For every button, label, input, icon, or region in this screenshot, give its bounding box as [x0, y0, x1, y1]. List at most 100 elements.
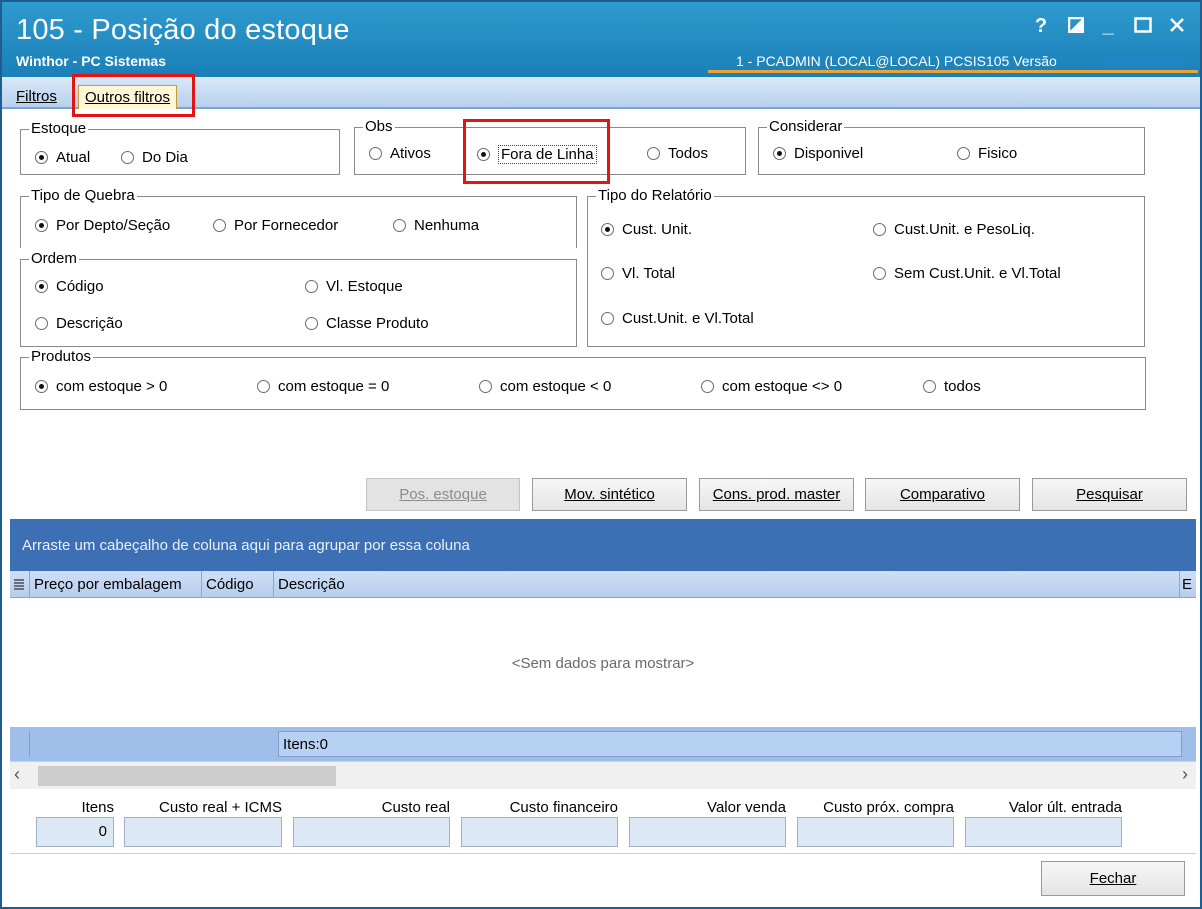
minimize-button[interactable]: _ — [1096, 14, 1120, 38]
radio-empty-icon — [305, 280, 318, 293]
produtos-legend: Produtos — [29, 348, 94, 366]
restore-layout-button[interactable] — [1064, 14, 1088, 38]
group-by-panel[interactable]: Arraste um cabeçalho de coluna aqui para… — [10, 519, 1196, 571]
grid-body[interactable]: <Sem dados para mostrar> — [10, 599, 1196, 727]
radio-empty-icon — [601, 312, 614, 325]
pesquisar-button[interactable]: Pesquisar — [1032, 478, 1187, 511]
total-itens-label: Itens — [81, 799, 114, 816]
considerar-legend: Considerar — [767, 118, 845, 136]
ordem-legend: Ordem — [29, 250, 79, 268]
radio-checked-icon — [35, 219, 48, 232]
column-chooser-button[interactable] — [10, 571, 30, 598]
cons-prod-master-button[interactable]: Cons. prod. master — [699, 478, 854, 511]
empty-grid-message: <Sem dados para mostrar> — [511, 655, 695, 672]
radio-ordem-classe-produto[interactable]: Classe Produto — [305, 315, 429, 332]
close-icon — [1170, 18, 1184, 32]
total-valor-ult-entrada-field — [965, 817, 1122, 847]
total-itens-field: 0 — [36, 817, 114, 847]
radio-empty-icon — [213, 219, 226, 232]
radio-produtos-menor-zero[interactable]: com estoque < 0 — [479, 378, 611, 395]
radio-ordem-vl-estoque[interactable]: Vl. Estoque — [305, 278, 403, 295]
totals-panel: Itens 0 Custo real + ICMS Custo real Cus… — [2, 789, 1200, 853]
estoque-legend: Estoque — [29, 120, 89, 138]
title-bar: 105 - Posição do estoque Winthor - PC Si… — [2, 2, 1200, 77]
radio-produtos-diferente-zero[interactable]: com estoque <> 0 — [701, 378, 842, 395]
radio-ordem-descricao[interactable]: Descrição — [35, 315, 123, 332]
layout-icon — [1068, 17, 1084, 33]
radio-quebra-nenhuma[interactable]: Nenhuma — [393, 217, 479, 234]
radio-empty-icon — [647, 147, 660, 160]
footer-divider — [10, 853, 1196, 854]
radio-empty-icon — [873, 223, 886, 236]
comparativo-button[interactable]: Comparativo — [865, 478, 1020, 511]
radio-considerar-fisico[interactable]: Fisico — [957, 145, 1017, 162]
estoque-group: Estoque Atual Do Dia — [20, 120, 340, 175]
obs-legend: Obs — [363, 118, 395, 136]
radio-empty-icon — [923, 380, 936, 393]
scroll-left-icon[interactable]: ‹ — [14, 764, 20, 785]
radio-empty-icon — [479, 380, 492, 393]
radio-empty-icon — [35, 317, 48, 330]
column-e[interactable]: E — [1180, 571, 1196, 598]
grid-footer: Itens:0 — [10, 727, 1196, 761]
total-custo-prox-compra-field — [797, 817, 954, 847]
version-redaction — [1102, 54, 1184, 68]
radio-checked-icon — [35, 151, 48, 164]
radio-produtos-maior-zero[interactable]: com estoque > 0 — [35, 378, 167, 395]
minimize-icon: _ — [1102, 15, 1114, 37]
radio-considerar-disponivel[interactable]: Disponivel — [773, 145, 863, 162]
help-button[interactable]: ? — [1029, 14, 1053, 38]
grid-item-count: Itens:0 — [278, 731, 1182, 757]
total-valor-venda-label: Valor venda — [707, 799, 786, 816]
considerar-group: Considerar Disponivel Fisico — [758, 118, 1145, 175]
radio-checked-icon — [773, 147, 786, 160]
radio-relatorio-cust-unit-pesoliq[interactable]: Cust.Unit. e PesoLiq. — [873, 221, 1035, 238]
tab-filtros[interactable]: Filtros — [10, 85, 63, 109]
fechar-button[interactable]: Fechar — [1041, 861, 1185, 896]
mov-sintetico-button[interactable]: Mov. sintético — [532, 478, 687, 511]
column-codigo[interactable]: Código — [202, 571, 274, 598]
horizontal-scrollbar[interactable]: ‹ › — [10, 761, 1196, 789]
close-window-button[interactable] — [1165, 14, 1189, 38]
radio-produtos-todos[interactable]: todos — [923, 378, 981, 395]
column-preco-embalagem[interactable]: Preço por embalagem — [30, 571, 202, 598]
radio-quebra-fornecedor[interactable]: Por Fornecedor — [213, 217, 338, 234]
total-custo-financeiro-field — [461, 817, 618, 847]
radio-obs-ativos[interactable]: Ativos — [369, 145, 431, 162]
scrollbar-thumb[interactable] — [38, 766, 336, 786]
radio-empty-icon — [873, 267, 886, 280]
highlight-fora-de-linha — [463, 119, 610, 184]
radio-empty-icon — [393, 219, 406, 232]
ordem-group: Ordem Código Vl. Estoque Descrição Class… — [20, 250, 577, 347]
radio-obs-todos[interactable]: Todos — [647, 145, 708, 162]
produtos-group: Produtos com estoque > 0 com estoque = 0… — [20, 348, 1146, 410]
total-valor-venda-field — [629, 817, 786, 847]
radio-relatorio-vl-total[interactable]: Vl. Total — [601, 265, 675, 282]
radio-empty-icon — [369, 147, 382, 160]
radio-empty-icon — [957, 147, 970, 160]
radio-estoque-do-dia[interactable]: Do Dia — [121, 149, 188, 166]
radio-relatorio-sem-cust-vl-total[interactable]: Sem Cust.Unit. e Vl.Total — [873, 265, 1061, 282]
radio-relatorio-cust-unit[interactable]: Cust. Unit. — [601, 221, 692, 238]
radio-estoque-atual[interactable]: Atual — [35, 149, 90, 166]
tipo-quebra-legend: Tipo de Quebra — [29, 187, 137, 205]
column-descricao[interactable]: Descrição — [274, 571, 1180, 598]
total-valor-ult-entrada-label: Valor últ. entrada — [1008, 799, 1122, 816]
grid-header: Preço por embalagem Código Descrição E — [10, 571, 1196, 598]
column-chooser-icon — [14, 579, 24, 590]
radio-quebra-depto-secao[interactable]: Por Depto/Seção — [35, 217, 170, 234]
radio-checked-icon — [601, 223, 614, 236]
maximize-button[interactable] — [1131, 14, 1155, 38]
total-custo-real-label: Custo real — [381, 799, 450, 816]
radio-empty-icon — [701, 380, 714, 393]
pos-estoque-button[interactable]: Pos. estoque — [366, 478, 520, 511]
tipo-quebra-group: Tipo de Quebra Por Depto/Seção Por Forne… — [20, 187, 577, 248]
window-title: 105 - Posição do estoque — [16, 14, 350, 46]
radio-empty-icon — [305, 317, 318, 330]
radio-relatorio-cust-unit-vl-total[interactable]: Cust.Unit. e Vl.Total — [601, 310, 754, 327]
help-icon: ? — [1034, 15, 1048, 37]
scroll-right-icon[interactable]: › — [1182, 764, 1188, 785]
radio-ordem-codigo[interactable]: Código — [35, 278, 104, 295]
radio-produtos-igual-zero[interactable]: com estoque = 0 — [257, 378, 389, 395]
maximize-icon — [1134, 17, 1152, 33]
